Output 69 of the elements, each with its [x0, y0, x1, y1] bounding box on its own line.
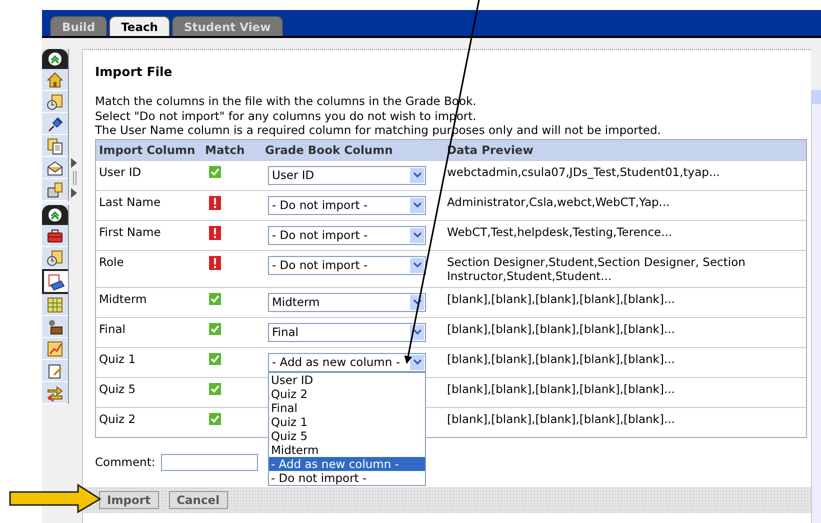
- toolbar-button[interactable]: [42, 269, 68, 294]
- table-cell: webctadmin,csula07,JDs_Test,Student01,tyap...: [440, 160, 806, 190]
- clock-document-icon: [46, 92, 64, 110]
- chevron-down-icon: [412, 262, 422, 268]
- edit-document-icon: [46, 362, 64, 380]
- collapse-button[interactable]: [42, 49, 68, 69]
- dropdown-option[interactable]: - Add as new column -: [269, 456, 425, 470]
- table-cell: First Name: [96, 220, 202, 250]
- page-title: Import File: [95, 64, 174, 79]
- chevron-down-icon: [412, 172, 422, 178]
- dropdown-option[interactable]: Quiz 2: [269, 386, 425, 400]
- dropdown[interactable]: - Do not import -: [268, 196, 426, 214]
- chart-icon: [46, 340, 64, 358]
- home-icon: [46, 70, 64, 88]
- envelope-icon: [46, 158, 64, 176]
- table-cell: Quiz 5: [96, 377, 202, 407]
- dropdown-option[interactable]: - Do not import -: [269, 470, 425, 484]
- swap-arrows-icon: [46, 384, 64, 402]
- dropdown-option[interactable]: User ID: [269, 372, 425, 386]
- dropdown[interactable]: Midterm: [268, 292, 426, 312]
- grid-icon: [46, 296, 64, 314]
- comment-field[interactable]: [161, 454, 258, 470]
- chevron-up-icon: [48, 52, 62, 66]
- table-cell: User ID: [96, 160, 202, 190]
- button[interactable]: Cancel: [168, 491, 228, 509]
- table-cell: [blank],[blank],[blank],[blank],[blank]...: [440, 317, 806, 347]
- button[interactable]: Import: [99, 491, 159, 509]
- toolbox-icon: [46, 226, 64, 244]
- column-header: Match: [202, 140, 262, 160]
- chevron-down-icon: [412, 202, 422, 208]
- table-cell: Last Name: [96, 190, 202, 220]
- chevron-down-icon: [412, 359, 422, 365]
- scrollbar[interactable]: [811, 90, 821, 523]
- dropdown-option[interactable]: Quiz 1: [269, 414, 425, 428]
- chevron-down-icon: [412, 299, 422, 305]
- table-cell: Section Designer,Student,Section Designer, Section Instructor,Student,Student...: [440, 250, 806, 287]
- people-book-icon: [46, 318, 64, 336]
- dropdown[interactable]: User ID: [268, 166, 426, 184]
- documents-icon: [46, 136, 64, 154]
- dropdown[interactable]: - Do not import -: [268, 256, 426, 274]
- table-cell: [blank],[blank],[blank],[blank],[blank]...: [440, 347, 806, 377]
- dropdown[interactable]: - Do not import -: [268, 226, 426, 244]
- table-cell: Quiz 1: [96, 347, 202, 377]
- table-cell: Role: [96, 250, 202, 287]
- table-cell: Final: [96, 317, 202, 347]
- dropdown[interactable]: - Add as new column -: [268, 352, 426, 372]
- chevron-down-icon: [412, 329, 422, 335]
- folder-document-icon: [46, 180, 64, 198]
- table-cell: Administrator,Csla,webct,WebCT,Yap...: [440, 190, 806, 220]
- column-header: Import Column: [96, 140, 202, 160]
- comment-label: Comment:: [95, 455, 156, 469]
- table-cell: [blank],[blank],[blank],[blank],[blank]...: [440, 407, 806, 436]
- dropdown-option[interactable]: Final: [269, 400, 425, 414]
- table-cell: [blank],[blank],[blank],[blank],[blank]...: [440, 377, 806, 407]
- collapse-button[interactable]: [42, 205, 68, 225]
- clock-document-icon: [46, 248, 64, 266]
- splitter-handle-icon[interactable]: [71, 158, 79, 198]
- chevron-down-icon: [412, 232, 422, 238]
- pin-icon: [46, 114, 64, 132]
- table-cell: [blank],[blank],[blank],[blank],[blank]...: [440, 287, 806, 317]
- tab[interactable]: Teach: [109, 16, 170, 36]
- table-cell: WebCT,Test,helpdesk,Testing,Terence...: [440, 220, 806, 250]
- dropdown[interactable]: Final: [268, 322, 426, 342]
- column-header: Grade Book Column: [262, 140, 440, 160]
- table-cell: Quiz 2: [96, 407, 202, 436]
- table-cell: Midterm: [96, 287, 202, 317]
- dropdown-option[interactable]: Quiz 5: [269, 428, 425, 442]
- dropdown-option[interactable]: Midterm: [269, 442, 425, 456]
- chevron-up-icon: [48, 208, 62, 222]
